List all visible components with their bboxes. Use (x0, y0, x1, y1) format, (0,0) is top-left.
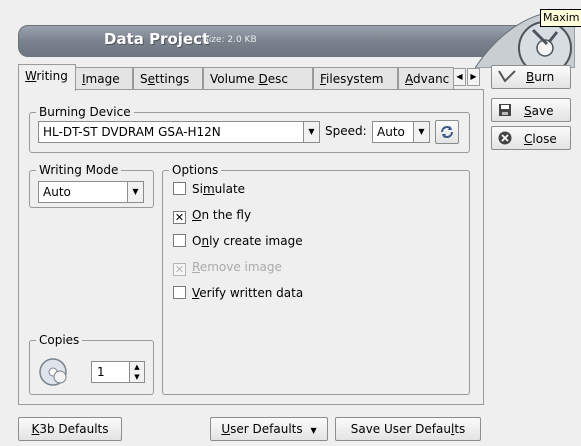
checkbox-box (173, 286, 186, 299)
save-user-defaults-button[interactable]: Save User Defaults (335, 417, 481, 441)
tab-scroll-left-button[interactable]: ◀ (453, 68, 466, 86)
close-icon (498, 131, 512, 145)
copies-spinbox[interactable]: 1 ▲ ▼ (91, 361, 145, 383)
burn-button[interactable]: Burn (491, 65, 571, 89)
options-title: Options (169, 163, 222, 177)
tab-writing[interactable]: Writing (18, 64, 76, 91)
check-mark-icon: ✕ (173, 263, 186, 276)
chevron-down-icon: ▼ (413, 122, 429, 142)
speed-label: Speed: (325, 124, 367, 138)
simulate-checkbox[interactable]: Simulate (173, 182, 245, 200)
burning-device-select[interactable]: HL-DT-ST DVDRAM GSA-H12N ▼ (38, 121, 320, 143)
burning-device-title: Burning Device (36, 105, 134, 119)
tab-bar: Image Settings Volume Desc Filesystem Ad… (18, 64, 484, 91)
burn-icon (498, 70, 516, 83)
writing-mode-value: Auto (43, 185, 71, 199)
spin-arrows-icon[interactable]: ▲ ▼ (129, 362, 144, 382)
copies-disc-icon (39, 358, 67, 386)
tab-image[interactable]: Image (75, 67, 133, 90)
burning-device-value: HL-DT-ST DVDRAM GSA-H12N (43, 125, 221, 139)
tab-volume-desc[interactable]: Volume Desc (203, 67, 313, 90)
tab-filesystem[interactable]: Filesystem (313, 67, 398, 90)
save-button[interactable]: Save (491, 98, 571, 122)
floppy-disk-icon (499, 104, 511, 116)
project-header-banner (18, 25, 546, 57)
checkbox-box (173, 182, 186, 195)
writing-mode-select[interactable]: Auto ▼ (38, 181, 144, 203)
tab-advanced[interactable]: Advanc (398, 67, 454, 90)
copies-value: 1 (97, 365, 105, 379)
speed-value: Auto (377, 125, 405, 139)
tab-settings[interactable]: Settings (133, 67, 203, 90)
project-title: Data Project (104, 30, 210, 48)
checkbox-box (173, 234, 186, 247)
writing-mode-title: Writing Mode (36, 163, 122, 177)
project-size-label: Size: 2.0 KB (203, 35, 257, 45)
options-group: Options (162, 163, 470, 395)
close-button[interactable]: Close (491, 126, 571, 150)
k3b-defaults-button[interactable]: K3b Defaults (18, 417, 122, 441)
chevron-down-icon: ▼ (127, 182, 143, 202)
copies-title: Copies (36, 333, 83, 347)
only-create-image-checkbox[interactable]: Only create image (173, 234, 303, 252)
refresh-icon (441, 126, 453, 138)
speed-select[interactable]: Auto ▼ (372, 121, 430, 143)
remove-image-checkbox: ✕ Remove image (173, 260, 282, 276)
refresh-speeds-button[interactable] (435, 120, 459, 144)
chevron-down-icon: ▼ (303, 122, 319, 142)
tooltip: Maxim (540, 9, 581, 27)
user-defaults-button[interactable]: User Defaults ▼ (210, 417, 328, 441)
chevron-down-icon: ▼ (310, 426, 317, 435)
verify-written-data-checkbox[interactable]: Verify written data (173, 286, 303, 304)
on-the-fly-checkbox[interactable]: ✕ On the fly (173, 208, 251, 226)
check-mark-icon: ✕ (173, 211, 186, 224)
tab-scroll-right-button[interactable]: ▶ (467, 68, 480, 86)
